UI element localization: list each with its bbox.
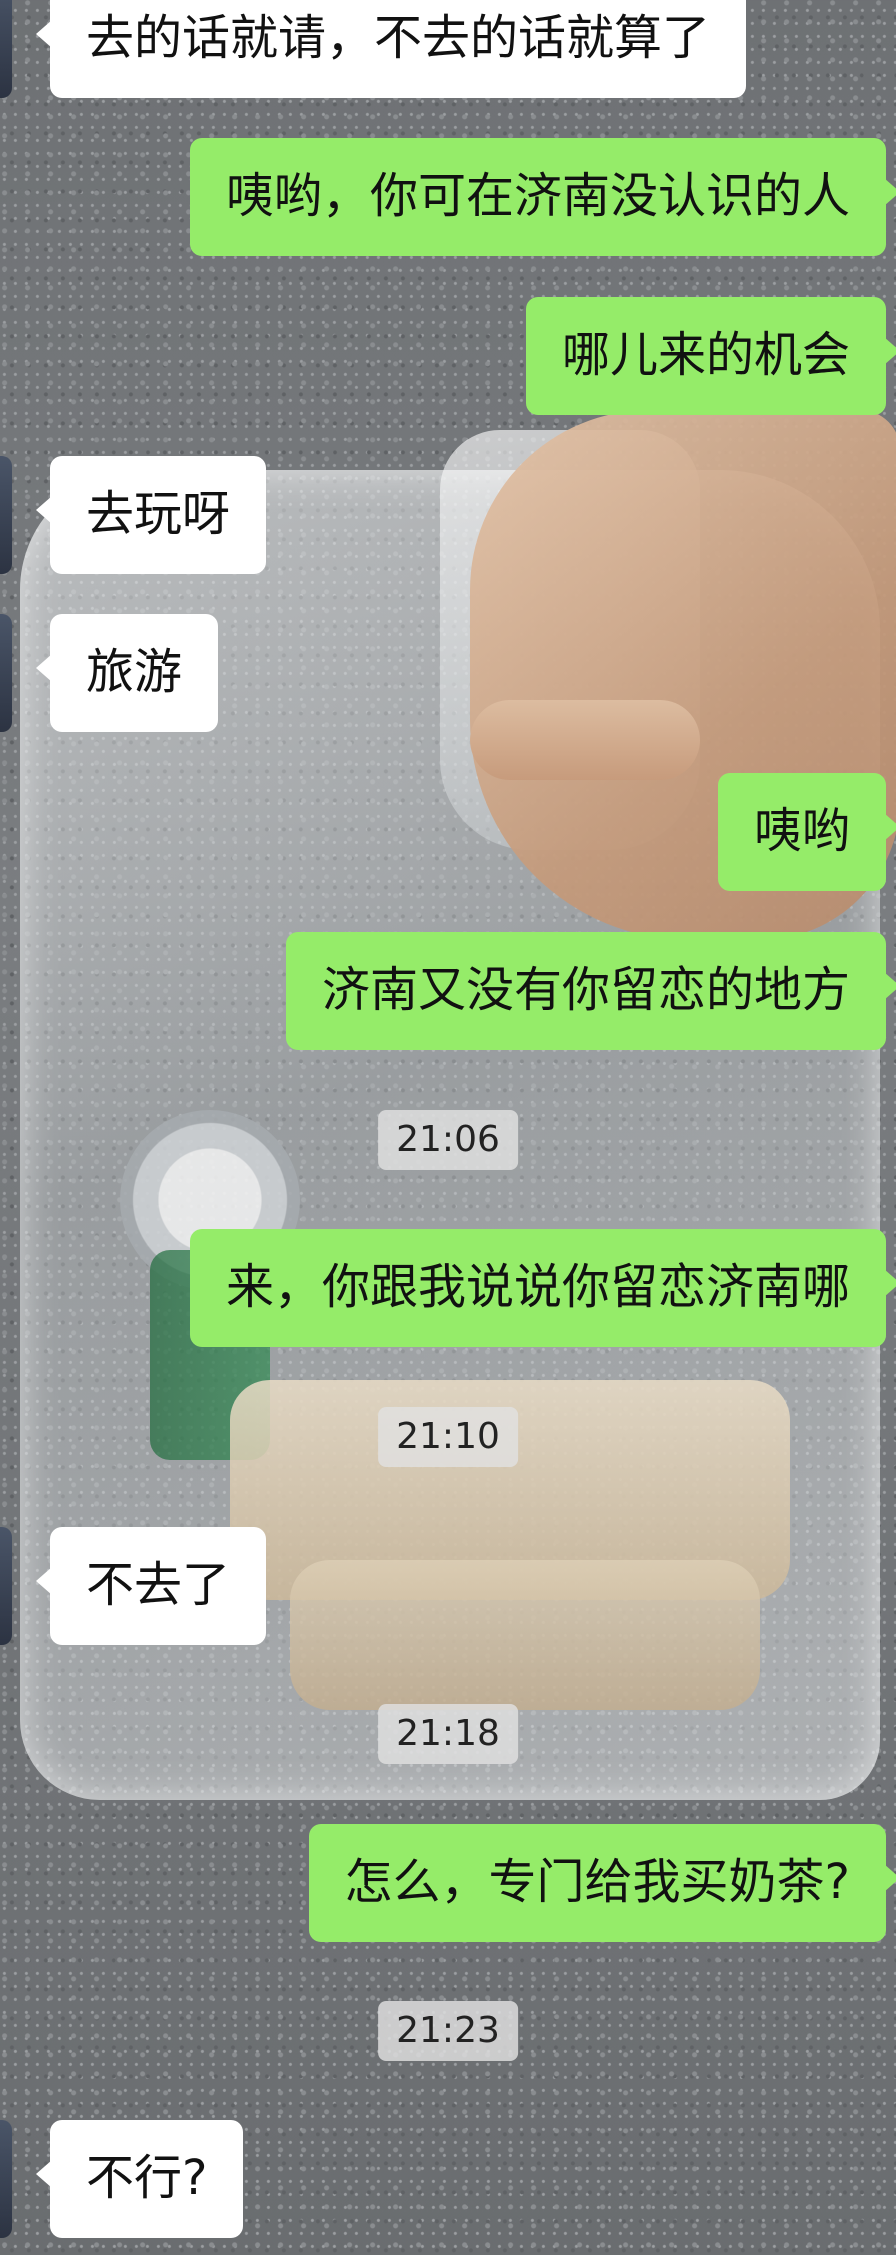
message-bubble-outgoing[interactable]: 咦哟 (717, 773, 896, 891)
contact-avatar[interactable] (0, 614, 12, 732)
message-bubble-incoming[interactable]: 不行? (35, 2120, 244, 2238)
timestamp: 21:23 (378, 2001, 518, 2061)
chat-thread: 去的话就请，不去的话就算了 咦哟，你可在济南没认识的人 哪儿来的机会 去玩呀 旅… (0, 0, 896, 2255)
contact-avatar[interactable] (0, 2120, 12, 2238)
message-bubble-incoming[interactable]: 去玩呀 (35, 456, 267, 574)
timestamp: 21:10 (378, 1407, 518, 1467)
message-bubble-outgoing[interactable]: 哪儿来的机会 (525, 297, 896, 415)
message-bubble-outgoing[interactable]: 咦哟，你可在济南没认识的人 (189, 138, 896, 256)
message-bubble-outgoing[interactable]: 济南又没有你留恋的地方 (285, 932, 896, 1050)
message-bubble-incoming[interactable]: 去的话就请，不去的话就算了 (35, 0, 747, 98)
contact-avatar[interactable] (0, 0, 12, 98)
contact-avatar[interactable] (0, 456, 12, 574)
contact-avatar[interactable] (0, 1527, 12, 1645)
message-bubble-incoming[interactable]: 旅游 (35, 614, 219, 732)
message-bubble-outgoing[interactable]: 怎么，专门给我买奶茶? (308, 1824, 896, 1942)
message-bubble-outgoing[interactable]: 来，你跟我说说你留恋济南哪 (189, 1229, 896, 1347)
timestamp: 21:06 (378, 1110, 518, 1170)
timestamp: 21:18 (378, 1704, 518, 1764)
message-bubble-incoming[interactable]: 不去了 (35, 1527, 267, 1645)
